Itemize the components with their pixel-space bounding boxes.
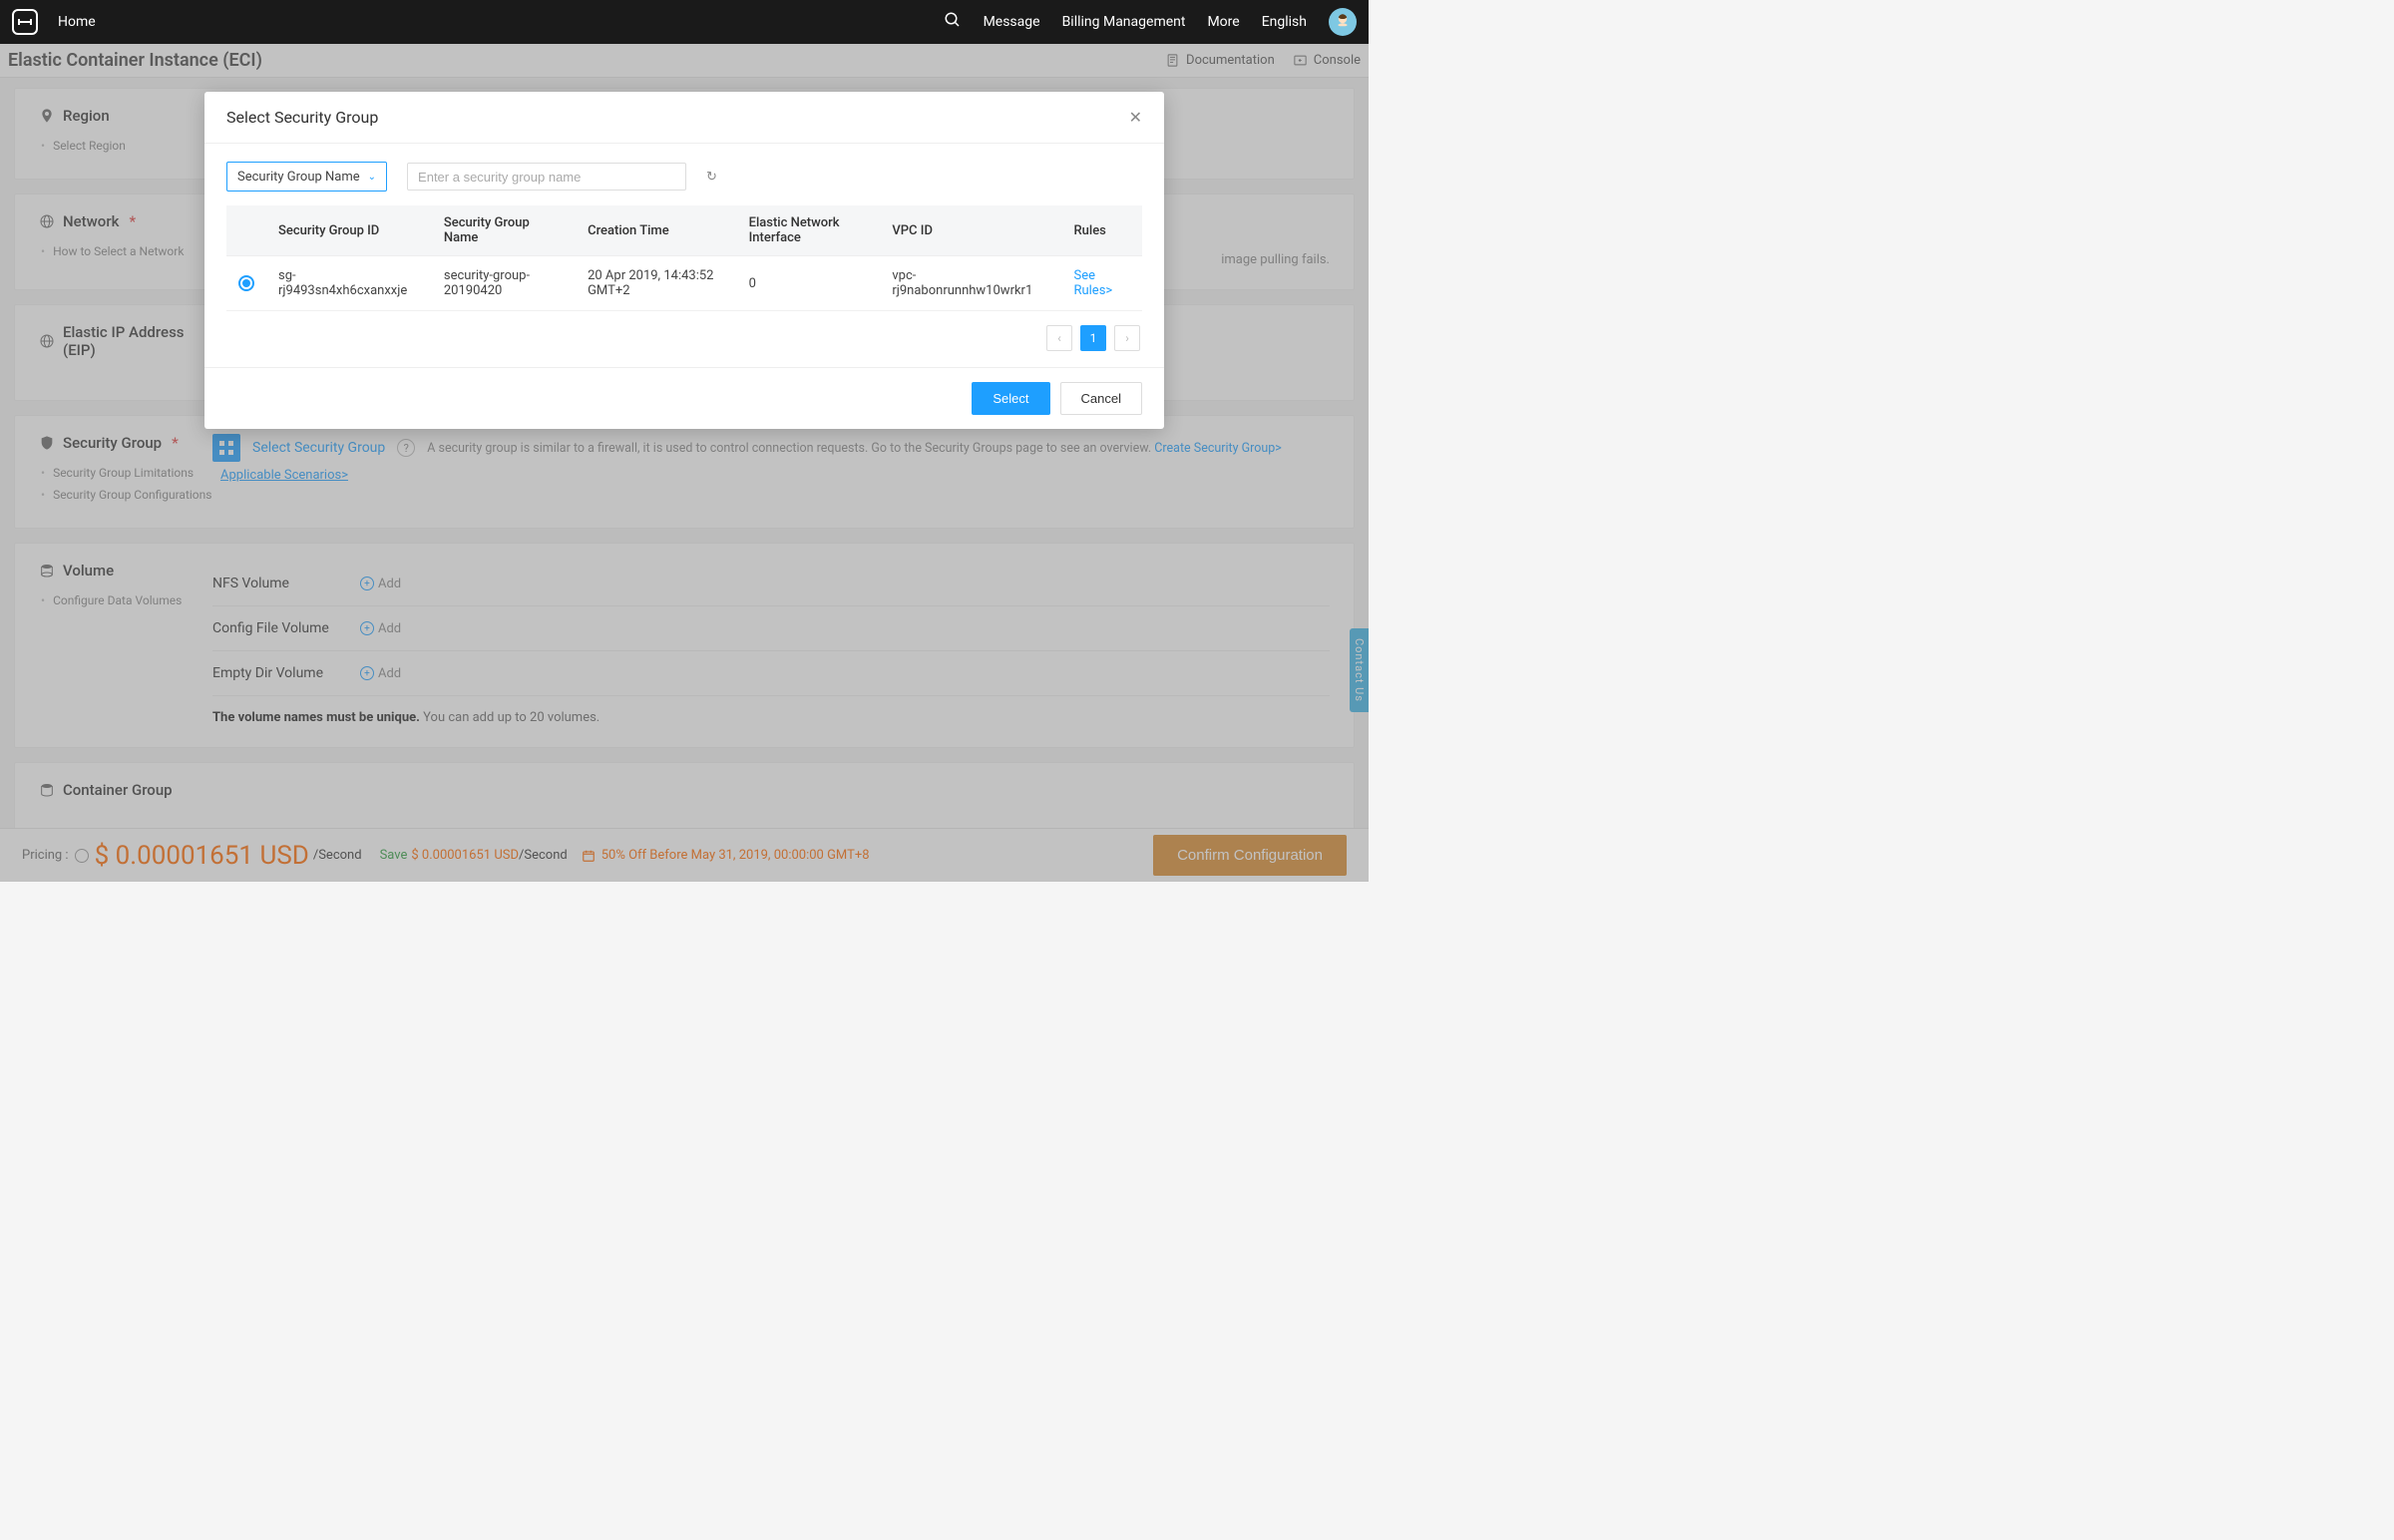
col-rules: Rules: [1061, 205, 1142, 256]
cell-vpc-id: vpc-rj9nabonrunnhw10wrkr1: [880, 256, 1061, 311]
cell-sg-name: security-group-20190420: [432, 256, 576, 311]
modal-title: Select Security Group: [226, 108, 378, 127]
col-eni: Elastic Network Interface: [737, 205, 881, 256]
modal-cancel-button[interactable]: Cancel: [1060, 382, 1142, 415]
nav-language[interactable]: English: [1262, 14, 1307, 30]
col-sg-id: Security Group ID: [266, 205, 432, 256]
col-sg-name: Security Group Name: [432, 205, 576, 256]
row-radio[interactable]: [238, 275, 254, 291]
cell-eni: 0: [737, 256, 881, 311]
chevron-down-icon: ⌄: [368, 172, 376, 183]
filter-type-select[interactable]: Security Group Name ⌄: [226, 162, 387, 192]
refresh-icon[interactable]: ↻: [706, 170, 717, 185]
pagination: ‹ 1 ›: [226, 311, 1142, 357]
modal-select-button[interactable]: Select: [972, 382, 1049, 415]
col-creation-time: Creation Time: [576, 205, 737, 256]
top-navbar: Home Message Billing Management More Eng…: [0, 0, 1369, 44]
cell-creation-time: 20 Apr 2019, 14:43:52 GMT+2: [576, 256, 737, 311]
filter-type-label: Security Group Name: [237, 170, 360, 185]
nav-message[interactable]: Message: [984, 14, 1040, 30]
select-security-group-modal: Select Security Group ✕ Security Group N…: [204, 92, 1164, 429]
page-prev[interactable]: ‹: [1046, 325, 1072, 351]
avatar[interactable]: [1329, 8, 1357, 36]
see-rules-link[interactable]: See Rules>: [1073, 268, 1112, 298]
security-group-name-input[interactable]: [407, 163, 686, 191]
nav-more[interactable]: More: [1207, 14, 1239, 30]
page-next[interactable]: ›: [1114, 325, 1140, 351]
close-icon[interactable]: ✕: [1129, 108, 1142, 127]
logo-icon[interactable]: [12, 9, 38, 35]
search-icon[interactable]: [944, 11, 962, 33]
col-vpc-id: VPC ID: [880, 205, 1061, 256]
security-group-table: Security Group ID Security Group Name Cr…: [226, 205, 1142, 311]
nav-billing[interactable]: Billing Management: [1062, 14, 1186, 30]
cell-sg-id: sg-rj9493sn4xh6cxanxxje: [266, 256, 432, 311]
page-1[interactable]: 1: [1080, 325, 1106, 351]
nav-home[interactable]: Home: [58, 14, 96, 30]
table-row[interactable]: sg-rj9493sn4xh6cxanxxje security-group-2…: [226, 256, 1142, 311]
